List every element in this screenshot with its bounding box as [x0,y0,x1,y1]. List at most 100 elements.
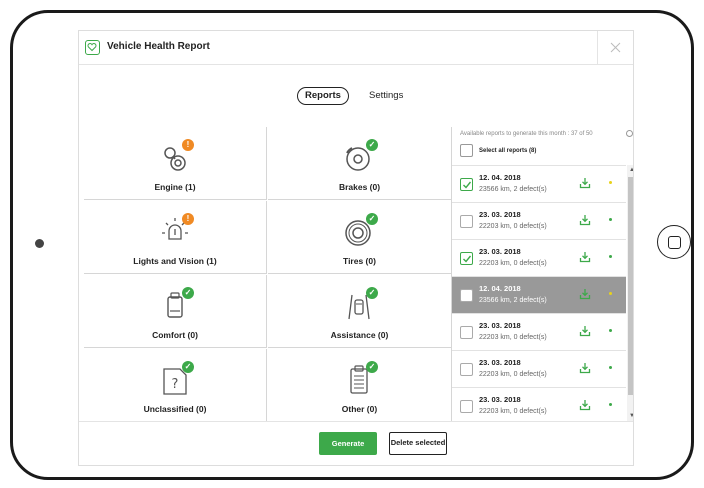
report-detail: 22203 km, 0 defect(s) [479,371,547,378]
lights-icon: ! [156,213,194,247]
report-row[interactable]: 12. 04. 2018 23566 km, 2 defect(s) [452,165,626,202]
report-row[interactable]: 23. 03. 2018 22203 km, 0 defect(s) [452,313,626,350]
category-label: Other (0) [341,404,378,414]
report-row[interactable]: 23. 03. 2018 22203 km, 0 defect(s) [452,350,626,387]
report-detail: 23566 km, 2 defect(s) [479,297,547,304]
ok-badge: ✓ [182,361,194,373]
download-icon[interactable] [579,398,591,411]
report-checkbox[interactable] [460,215,473,228]
report-checkbox[interactable] [460,178,473,191]
category-unclassified[interactable]: ? ✓ Unclassified (0) [84,349,267,422]
report-row[interactable]: 23. 03. 2018 22203 km, 0 defect(s) [452,202,626,239]
tire-icon: ✓ [340,213,378,247]
ok-badge: ✓ [182,287,194,299]
close-icon [610,42,621,53]
close-button[interactable] [597,31,633,65]
report-checkbox[interactable] [460,363,473,376]
report-row[interactable]: 12. 04. 2018 23566 km, 2 defect(s) [452,276,626,313]
report-date: 23. 03. 2018 [479,358,521,367]
download-icon[interactable] [579,287,591,300]
category-label: Unclassified (0) [143,404,207,414]
lane-assist-icon: ✓ [340,287,378,321]
report-detail: 22203 km, 0 defect(s) [479,260,547,267]
checkmark-icon [463,255,472,263]
select-all-label: Select all reports (8) [479,148,537,154]
info-icon[interactable] [626,130,633,137]
seat-icon: ✓ [156,287,194,321]
download-icon[interactable] [579,250,591,263]
ok-badge: ✓ [366,139,378,151]
status-dot [609,366,612,369]
status-dot [609,329,612,332]
reports-panel: Available reports to generate this month… [451,127,633,421]
report-date: 12. 04. 2018 [479,173,521,182]
report-date: 12. 04. 2018 [479,284,521,293]
category-brakes[interactable]: ✓ Brakes (0) [268,127,451,200]
title-bar: Vehicle Health Report [79,31,633,65]
category-label: Assistance (0) [330,330,389,340]
status-dot [609,292,612,295]
category-engine[interactable]: ! Engine (1) [84,127,267,200]
ok-badge: ✓ [366,213,378,225]
report-row[interactable]: 23. 03. 2018 22203 km, 0 defect(s) [452,239,626,276]
engine-icon: ! [156,139,194,173]
report-detail: 22203 km, 0 defect(s) [479,408,547,415]
ok-badge: ✓ [366,287,378,299]
warning-badge: ! [182,139,194,151]
status-dot [609,218,612,221]
report-list: 12. 04. 2018 23566 km, 2 defect(s) 23. 03.… [452,165,626,421]
window-title: Vehicle Health Report [107,41,210,52]
footer: Generate Delete selected [79,421,633,465]
home-button[interactable] [657,225,691,259]
download-icon[interactable] [579,213,591,226]
report-detail: 22203 km, 0 defect(s) [479,223,547,230]
category-tires[interactable]: ✓ Tires (0) [268,201,451,274]
report-list-scrollbar[interactable]: ▲ ▼ [627,165,633,421]
category-label: Comfort (0) [152,330,198,340]
status-dot [609,403,612,406]
category-label: Brakes (0) [338,182,381,192]
scrollbar-thumb[interactable] [628,177,633,395]
report-row[interactable]: 23. 03. 2018 22203 km, 0 defect(s) [452,387,626,421]
brake-disc-icon: ✓ [340,139,378,173]
report-detail: 22203 km, 0 defect(s) [479,334,547,341]
generate-button[interactable]: Generate [319,432,377,455]
category-label: Tires (0) [343,256,376,266]
report-date: 23. 03. 2018 [479,210,521,219]
app-window: Vehicle Health Report Reports Settings !… [78,30,634,466]
camera-dot [35,239,44,248]
download-icon[interactable] [579,324,591,337]
report-detail: 23566 km, 2 defect(s) [479,186,547,193]
scroll-up-icon[interactable]: ▲ [629,167,633,173]
unknown-icon: ? ✓ [156,361,194,395]
download-icon[interactable] [579,361,591,374]
clipboard-icon: ✓ [340,361,378,395]
status-dot [609,255,612,258]
available-reports-text: Available reports to generate this month… [460,131,593,137]
report-checkbox[interactable] [460,400,473,413]
report-date: 23. 03. 2018 [479,321,521,330]
ok-badge: ✓ [366,361,378,373]
report-checkbox[interactable] [460,289,473,302]
delete-selected-button[interactable]: Delete selected [389,432,447,455]
report-checkbox[interactable] [460,252,473,265]
download-icon[interactable] [579,176,591,189]
svg-text:?: ? [172,377,179,392]
category-comfort[interactable]: ✓ Comfort (0) [84,275,267,348]
category-label: Lights and Vision (1) [133,256,217,266]
report-checkbox[interactable] [460,326,473,339]
tab-settings[interactable]: Settings [361,87,411,105]
select-all-checkbox[interactable] [460,144,473,157]
report-date: 23. 03. 2018 [479,395,521,404]
checkmark-icon [463,181,472,189]
category-lights-and-vision[interactable]: ! Lights and Vision (1) [84,201,267,274]
tab-reports[interactable]: Reports [297,87,349,105]
warning-badge: ! [182,213,194,225]
heart-icon [85,40,100,55]
status-dot [609,181,612,184]
category-assistance[interactable]: ✓ Assistance (0) [268,275,451,348]
scroll-down-icon[interactable]: ▼ [629,413,633,419]
tab-bar: Reports Settings [79,87,633,107]
category-other[interactable]: ✓ Other (0) [268,349,451,422]
report-date: 23. 03. 2018 [479,247,521,256]
